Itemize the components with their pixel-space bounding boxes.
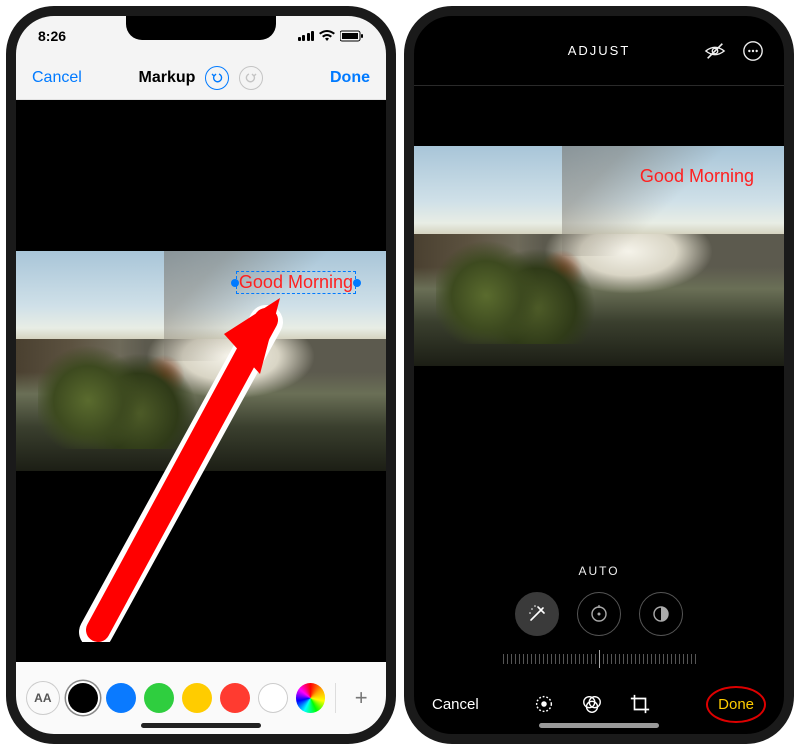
undo-button[interactable] xyxy=(205,66,229,90)
page-title: Markup xyxy=(139,69,196,87)
wifi-icon xyxy=(319,30,335,42)
add-annotation-button[interactable]: + xyxy=(346,685,376,711)
color-swatch-green[interactable] xyxy=(144,683,174,713)
exposure-dial[interactable] xyxy=(577,592,621,636)
color-swatch-blue[interactable] xyxy=(106,683,136,713)
photo-preview: Good Morning xyxy=(16,251,386,471)
text-annotation[interactable]: Good Morning xyxy=(236,271,356,294)
cellular-icon xyxy=(298,31,315,41)
device-notch xyxy=(524,16,674,40)
redo-button[interactable] xyxy=(239,66,263,90)
text-style-button[interactable]: AA xyxy=(26,681,60,715)
toolbar-divider xyxy=(335,683,336,713)
markup-canvas[interactable]: Good Morning xyxy=(16,100,386,662)
color-swatch-black[interactable] xyxy=(68,683,98,713)
adjust-dials xyxy=(414,584,784,644)
color-swatch-row xyxy=(68,683,288,713)
done-button[interactable]: Done xyxy=(718,696,754,713)
done-button[interactable]: Done xyxy=(330,69,370,87)
status-time: 8:26 xyxy=(38,28,66,44)
markup-navbar: Cancel Markup Done xyxy=(16,56,386,100)
selection-handle-left[interactable] xyxy=(231,279,239,287)
done-callout-circle: Done xyxy=(706,686,766,723)
crop-tab-icon[interactable] xyxy=(629,693,651,715)
filters-tab-icon[interactable] xyxy=(581,693,603,715)
adjust-title: ADJUST xyxy=(568,43,631,58)
cancel-button[interactable]: Cancel xyxy=(32,69,82,87)
adjust-tab-icon[interactable] xyxy=(533,693,555,715)
auto-label: AUTO xyxy=(414,554,784,584)
color-swatch-white[interactable] xyxy=(258,683,288,713)
phone-markup: 8:26 Cancel Markup Done xyxy=(6,6,396,744)
photo-preview: Good Morning xyxy=(414,146,784,366)
color-swatch-red[interactable] xyxy=(220,683,250,713)
color-picker-button[interactable] xyxy=(296,683,326,713)
battery-icon xyxy=(340,30,364,42)
home-indicator-icon[interactable] xyxy=(141,723,261,728)
adjust-canvas[interactable]: Good Morning xyxy=(414,86,784,554)
brilliance-dial[interactable] xyxy=(639,592,683,636)
adjust-slider[interactable] xyxy=(414,644,784,674)
auto-enhance-dial[interactable] xyxy=(515,592,559,636)
home-indicator-icon[interactable] xyxy=(539,723,659,728)
more-options-icon[interactable] xyxy=(742,40,764,62)
visibility-off-icon[interactable] xyxy=(704,40,726,62)
color-swatch-yellow[interactable] xyxy=(182,683,212,713)
text-annotation: Good Morning xyxy=(640,166,754,187)
phone-adjust: ADJUST Good Morning AUTO Cancel xyxy=(404,6,794,744)
device-notch xyxy=(126,16,276,40)
selection-handle-right[interactable] xyxy=(353,279,361,287)
cancel-button[interactable]: Cancel xyxy=(432,696,479,713)
